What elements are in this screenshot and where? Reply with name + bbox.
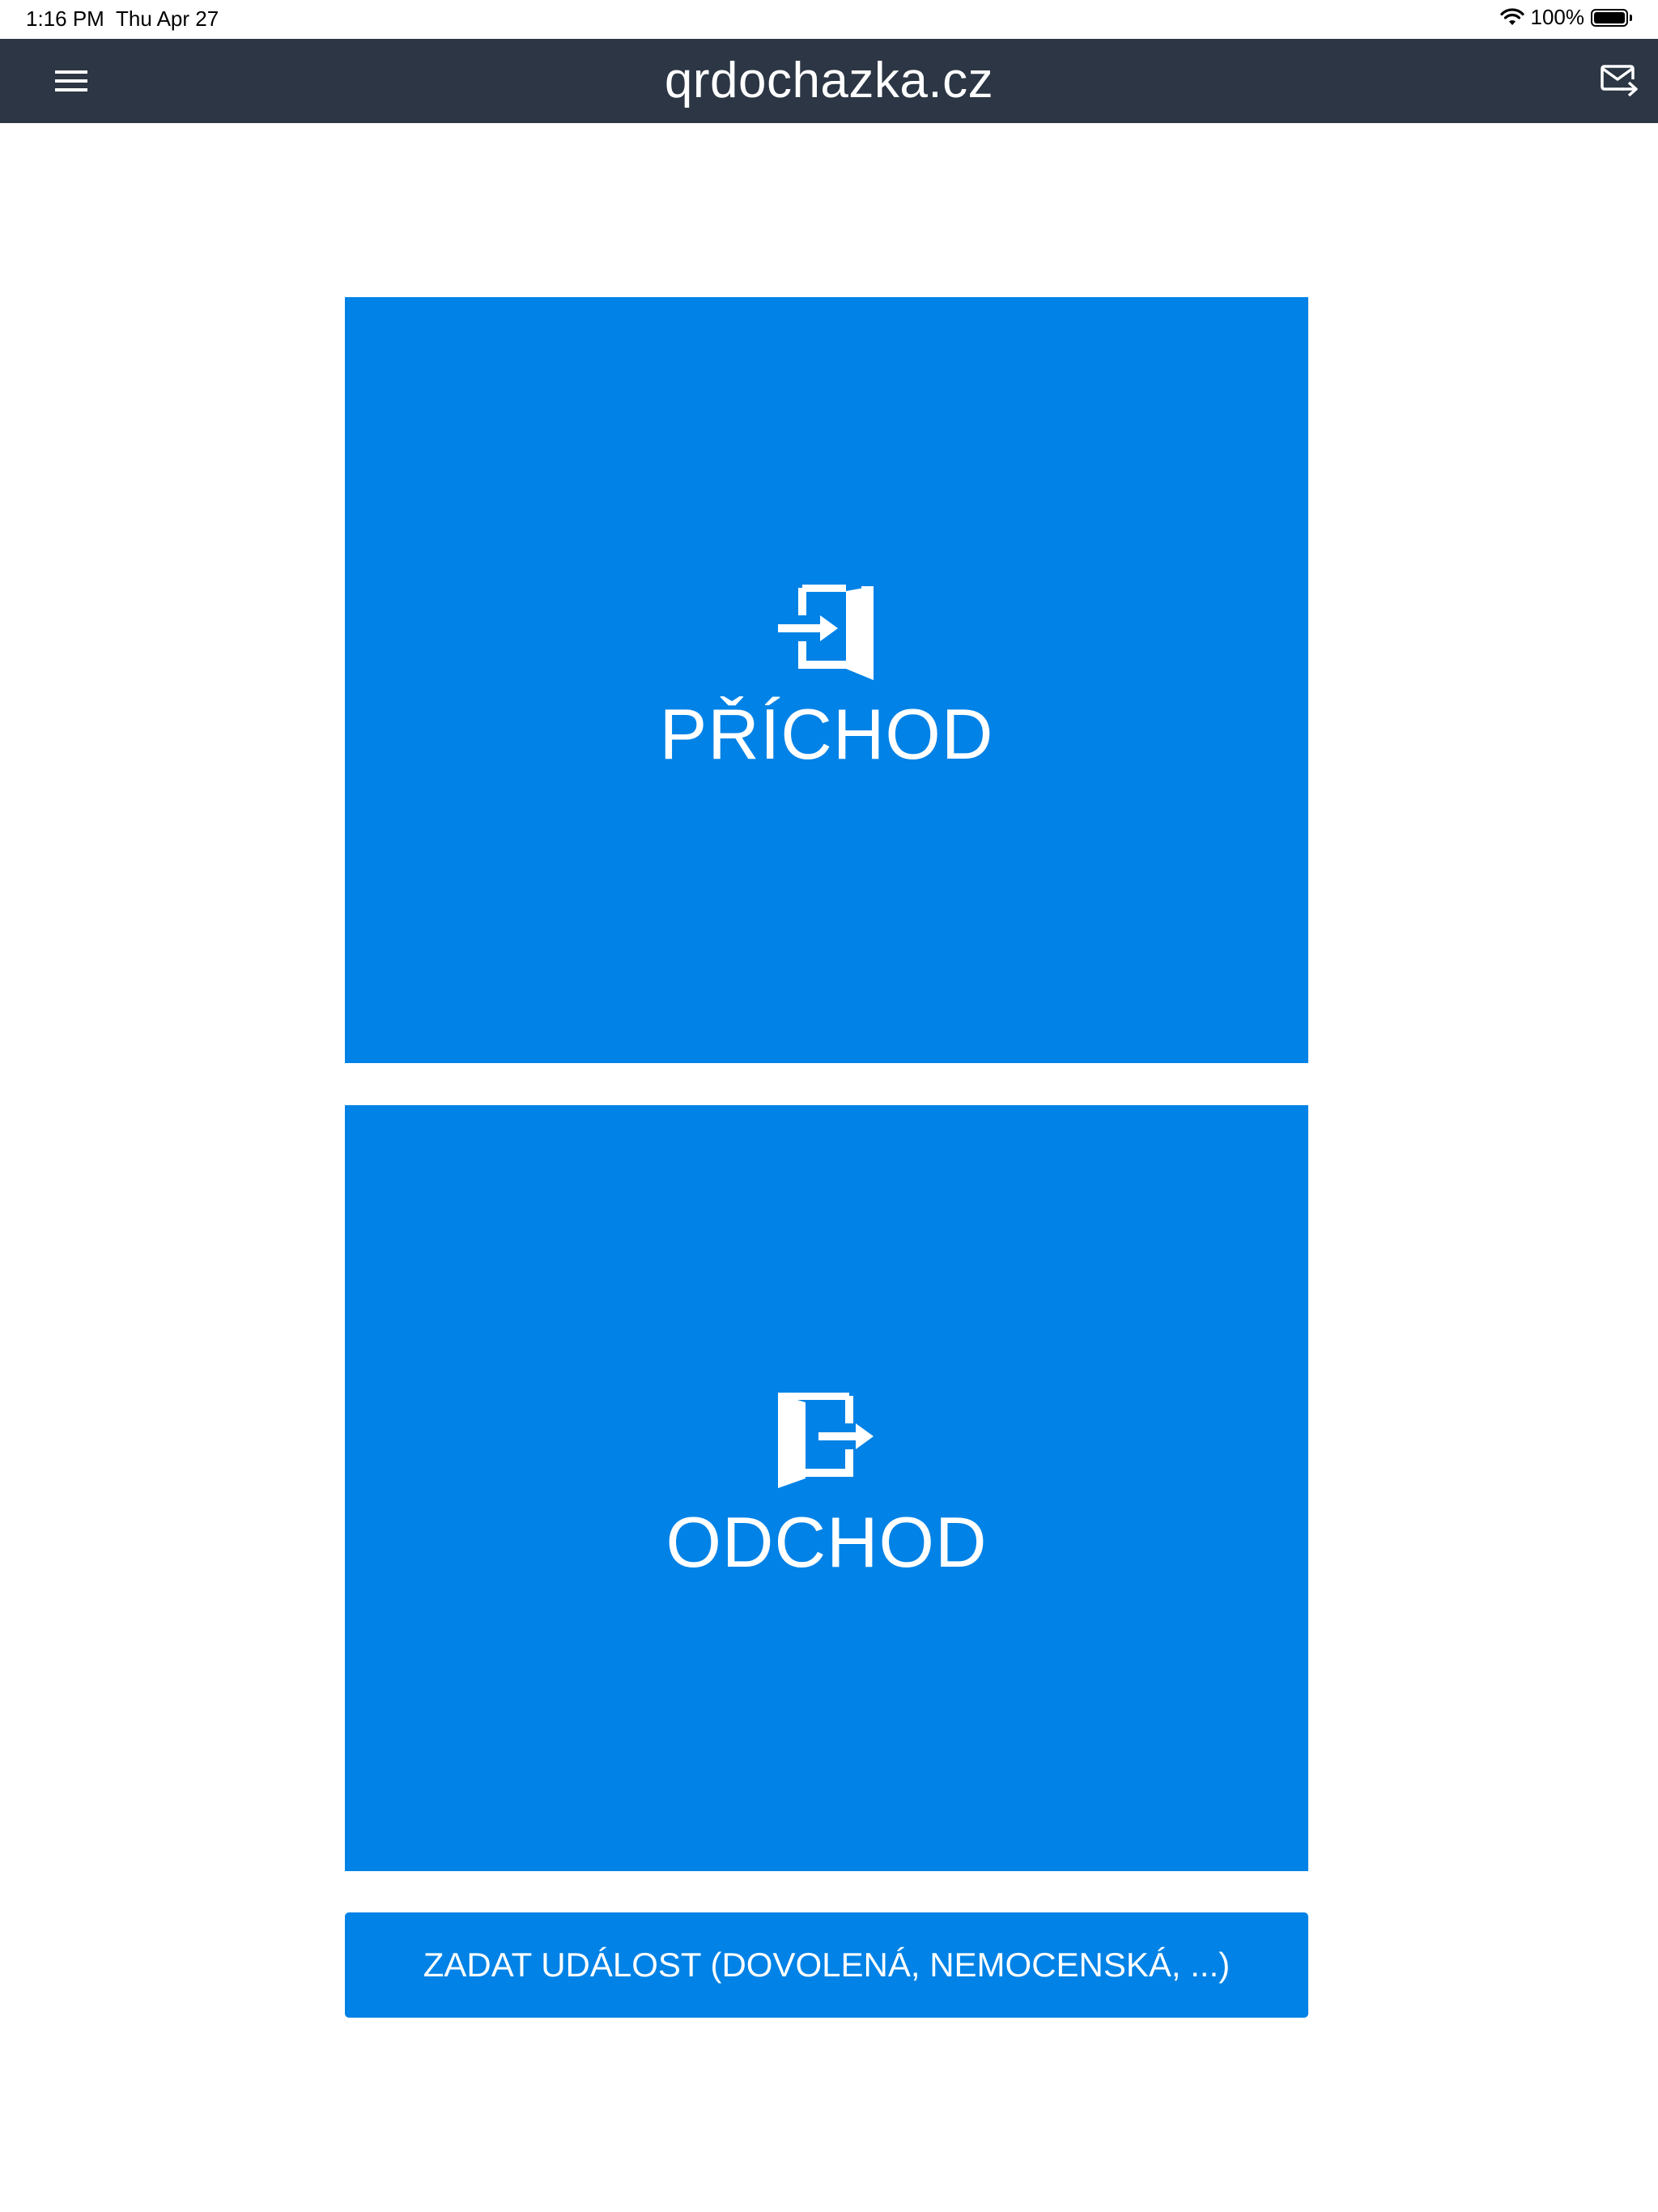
departure-label: ODCHOD (665, 1502, 988, 1582)
status-time: 1:16 PM (26, 6, 104, 31)
departure-button[interactable]: ODCHOD (345, 1105, 1308, 1871)
battery-icon (1591, 8, 1628, 27)
battery-percent: 100% (1530, 5, 1585, 29)
mail-forward-icon (1601, 65, 1638, 97)
battery-tip (1630, 14, 1632, 21)
app-title: qrdochazka.cz (664, 53, 994, 108)
status-date: Thu Apr 27 (116, 6, 219, 31)
menu-button[interactable] (45, 62, 97, 100)
status-bar: 1:16 PM Thu Apr 27 100% (0, 0, 1658, 39)
add-event-button[interactable]: ZADAT UDÁLOST (DOVOLENÁ, NEMOCENSKÁ, ...… (345, 1912, 1308, 2018)
status-indicators: 100% (1499, 5, 1632, 30)
arrival-button[interactable]: PŘÍCHOD (345, 297, 1308, 1063)
add-event-label: ZADAT UDÁLOST (DOVOLENÁ, NEMOCENSKÁ, ...… (423, 1946, 1231, 1984)
wifi-icon (1499, 7, 1524, 25)
app-bar: qrdochazka.cz (0, 39, 1658, 123)
door-enter-icon (778, 585, 874, 680)
menu-icon (55, 70, 87, 91)
arrival-label: PŘÍCHOD (659, 694, 994, 774)
door-exit-icon (778, 1393, 874, 1488)
mail-forward-button[interactable] (1593, 57, 1645, 105)
